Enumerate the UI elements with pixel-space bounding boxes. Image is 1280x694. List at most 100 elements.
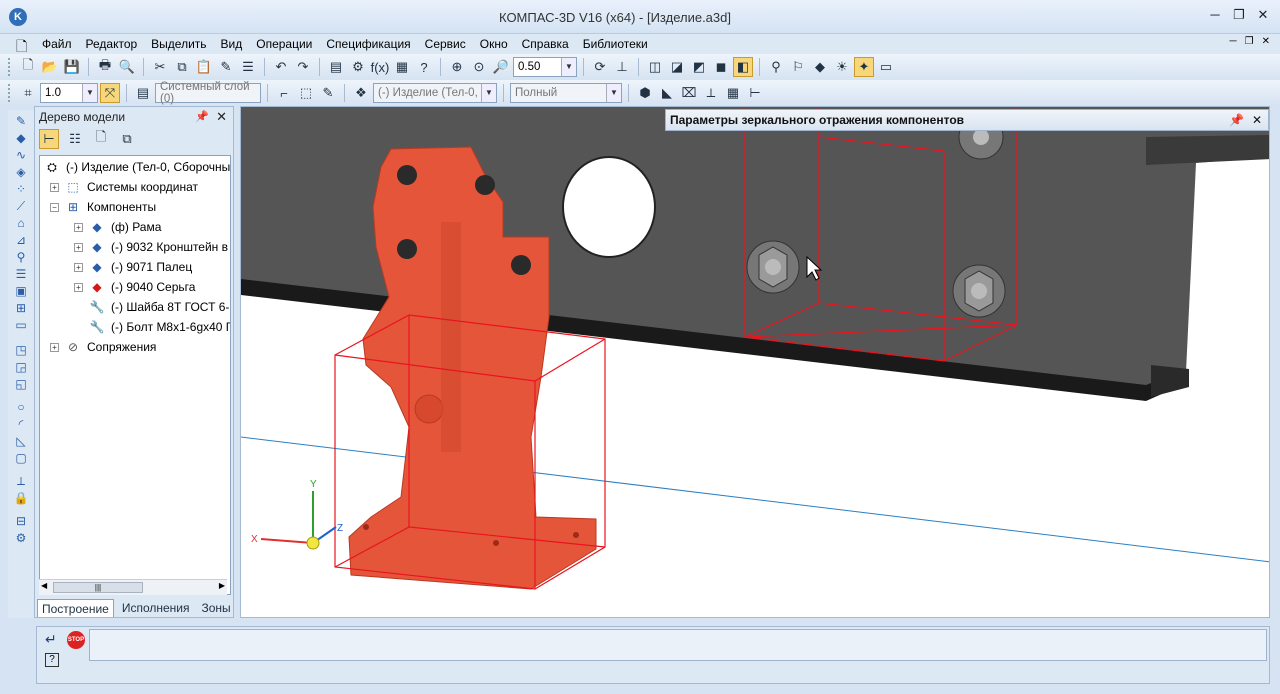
light-icon[interactable]: ☀ xyxy=(832,57,852,77)
expand-icon[interactable]: + xyxy=(50,182,59,192)
group-icon[interactable]: ⊟ xyxy=(12,514,30,529)
step-combo[interactable]: 1.0 ▼ xyxy=(40,83,98,103)
tab-variants[interactable]: Исполнения xyxy=(118,599,194,617)
tree-doc-icon[interactable]: 🗋 xyxy=(91,129,111,149)
dimension-icon[interactable]: ⊢ xyxy=(745,83,765,103)
grid-step-icon[interactable]: ⌗ xyxy=(18,83,38,103)
auxiliary-geometry-icon[interactable]: ⟋ xyxy=(12,199,30,214)
chamfer-icon[interactable]: ◺ xyxy=(12,434,30,449)
part-mode-icon[interactable]: ❖ xyxy=(351,83,371,103)
property-field[interactable] xyxy=(89,629,1267,661)
print-icon[interactable]: 🖶 xyxy=(95,57,115,77)
fillet-icon[interactable]: ◜ xyxy=(12,417,30,432)
mirror-parameters-panel[interactable]: Параметры зеркального отражения компонен… xyxy=(665,109,1269,131)
edit-part-icon[interactable]: ✎ xyxy=(318,83,338,103)
halftone-icon[interactable]: ◼ xyxy=(711,57,731,77)
tree-item[interactable]: + ◆ (-) 9040 Серьга xyxy=(74,278,195,296)
pin-icon[interactable]: 📌 xyxy=(195,110,209,123)
table-icon[interactable]: ▦ xyxy=(723,83,743,103)
toolbar-grip[interactable] xyxy=(8,58,12,76)
menu-editor[interactable]: Редактор xyxy=(86,37,138,51)
paste-icon[interactable]: 📋 xyxy=(194,57,214,77)
hole-icon[interactable]: ○ xyxy=(12,400,30,415)
tree-structure-icon[interactable]: ⊢ xyxy=(39,129,59,149)
maximize-button[interactable]: ❐ xyxy=(1232,8,1246,22)
orientation-icon[interactable]: ⊥ xyxy=(612,57,632,77)
material-icon[interactable]: ⬢ xyxy=(635,83,655,103)
open-icon[interactable]: 📂 xyxy=(40,57,60,77)
select-icon[interactable]: ⚐ xyxy=(788,57,808,77)
snap-icon[interactable]: ⤧ xyxy=(100,83,120,103)
minimize-button[interactable]: ─ xyxy=(1208,8,1222,22)
enter-icon[interactable]: ↵ xyxy=(45,631,57,648)
menu-operations[interactable]: Операции xyxy=(256,37,312,51)
help-icon[interactable]: ? xyxy=(45,653,59,667)
tree-item[interactable]: 🔧 (-) Шайба 8Т ГОСТ 6- xyxy=(89,298,230,316)
menu-window[interactable]: Окно xyxy=(480,37,508,51)
section-icon[interactable]: ⌧ xyxy=(679,83,699,103)
horizontal-scrollbar[interactable]: ◀ ||| ▶ xyxy=(39,579,227,595)
undo-icon[interactable]: ↶ xyxy=(271,57,291,77)
chevron-down-icon[interactable]: ▼ xyxy=(481,84,496,102)
collapse-icon[interactable]: − xyxy=(50,202,59,212)
model-scene[interactable]: Y X Z xyxy=(241,107,1270,618)
preview-icon[interactable]: 🔍 xyxy=(117,57,137,77)
part-color-icon[interactable]: ◆ xyxy=(810,57,830,77)
menu-file[interactable]: Файл xyxy=(42,37,72,51)
tree-view[interactable]: ⛭ (-) Изделие (Тел-0, Сборочны + ⬚ Систе… xyxy=(39,155,231,595)
wireframe-icon[interactable]: ◫ xyxy=(645,57,665,77)
lock-icon[interactable]: 🔒 xyxy=(12,491,30,506)
lcs-icon[interactable]: ⌐ xyxy=(274,83,294,103)
layer-combo[interactable]: Системный слой (0) xyxy=(155,81,261,105)
toolbar-grip[interactable] xyxy=(8,84,12,102)
sheet-metal-icon[interactable]: ▭ xyxy=(12,318,30,333)
settings-icon[interactable]: ⚙ xyxy=(12,531,30,546)
tree-item[interactable]: + ⊘ Сопряжения xyxy=(50,338,156,356)
properties-icon[interactable]: ✎ xyxy=(216,57,236,77)
menu-view[interactable]: Вид xyxy=(221,37,243,51)
help-cursor-icon[interactable]: ? xyxy=(414,57,434,77)
list-icon[interactable]: ☰ xyxy=(238,57,258,77)
zoom-window-icon[interactable]: ⊕ xyxy=(447,57,467,77)
menu-libraries[interactable]: Библиотеки xyxy=(583,37,648,51)
tree-item[interactable]: + ⬚ Системы координат xyxy=(50,178,198,196)
mate-icon[interactable]: ⌂ xyxy=(12,216,30,231)
mirror-component-icon[interactable]: ◱ xyxy=(12,377,30,392)
tree-split-icon[interactable]: ⧉ xyxy=(117,129,137,149)
library-icon[interactable]: ⚙ xyxy=(348,57,368,77)
expand-icon[interactable]: + xyxy=(74,242,83,252)
solid-icon[interactable]: ◆ xyxy=(12,131,30,146)
new-icon[interactable]: 🗋 xyxy=(18,57,38,77)
replace-component-icon[interactable]: ◲ xyxy=(12,360,30,375)
tree-item[interactable]: − ⊞ Компоненты xyxy=(50,198,156,216)
chevron-down-icon[interactable]: ▼ xyxy=(606,84,621,102)
diagnostics-icon[interactable]: ⊿ xyxy=(12,233,30,248)
manager-icon[interactable]: ▤ xyxy=(326,57,346,77)
close-icon[interactable]: ✕ xyxy=(1252,110,1262,130)
chevron-down-icon[interactable]: ▼ xyxy=(561,58,576,76)
tree-item[interactable]: ⛭ (-) Изделие (Тел-0, Сборочны xyxy=(44,158,230,176)
rotate-icon[interactable]: ⟳ xyxy=(590,57,610,77)
doc-restore-button[interactable]: ❐ xyxy=(1245,36,1254,47)
tab-build[interactable]: Построение xyxy=(37,599,114,617)
sheet-icon[interactable]: ▭ xyxy=(876,57,896,77)
curve-icon[interactable]: ∿ xyxy=(12,148,30,163)
scroll-thumb[interactable]: ||| xyxy=(53,582,143,593)
edit-component-icon[interactable]: ◳ xyxy=(12,343,30,358)
tab-zones[interactable]: Зоны xyxy=(198,599,235,617)
close-icon[interactable]: ✕ xyxy=(216,109,227,125)
menu-select[interactable]: Выделить xyxy=(151,37,206,51)
doc-minimize-button[interactable]: ─ xyxy=(1230,36,1237,47)
part-combo[interactable]: (-) Изделие (Тел-0, ▼ xyxy=(373,83,497,103)
array-icon[interactable]: ⁘ xyxy=(12,182,30,197)
edit-mode-icon[interactable]: ✎ xyxy=(12,114,30,129)
tree-view-icon[interactable]: ☷ xyxy=(65,129,85,149)
measure-icon[interactable]: ⟂ xyxy=(12,474,30,489)
color-icon[interactable]: ◣ xyxy=(657,83,677,103)
menu-service[interactable]: Сервис xyxy=(425,37,466,51)
report-icon[interactable]: ▣ xyxy=(12,284,30,299)
tree-item[interactable]: + ◆ (ф) Рама xyxy=(74,218,161,236)
menu-specification[interactable]: Спецификация xyxy=(326,37,410,51)
variables-icon[interactable]: f(x) xyxy=(370,57,390,77)
expand-icon[interactable]: + xyxy=(74,222,83,232)
